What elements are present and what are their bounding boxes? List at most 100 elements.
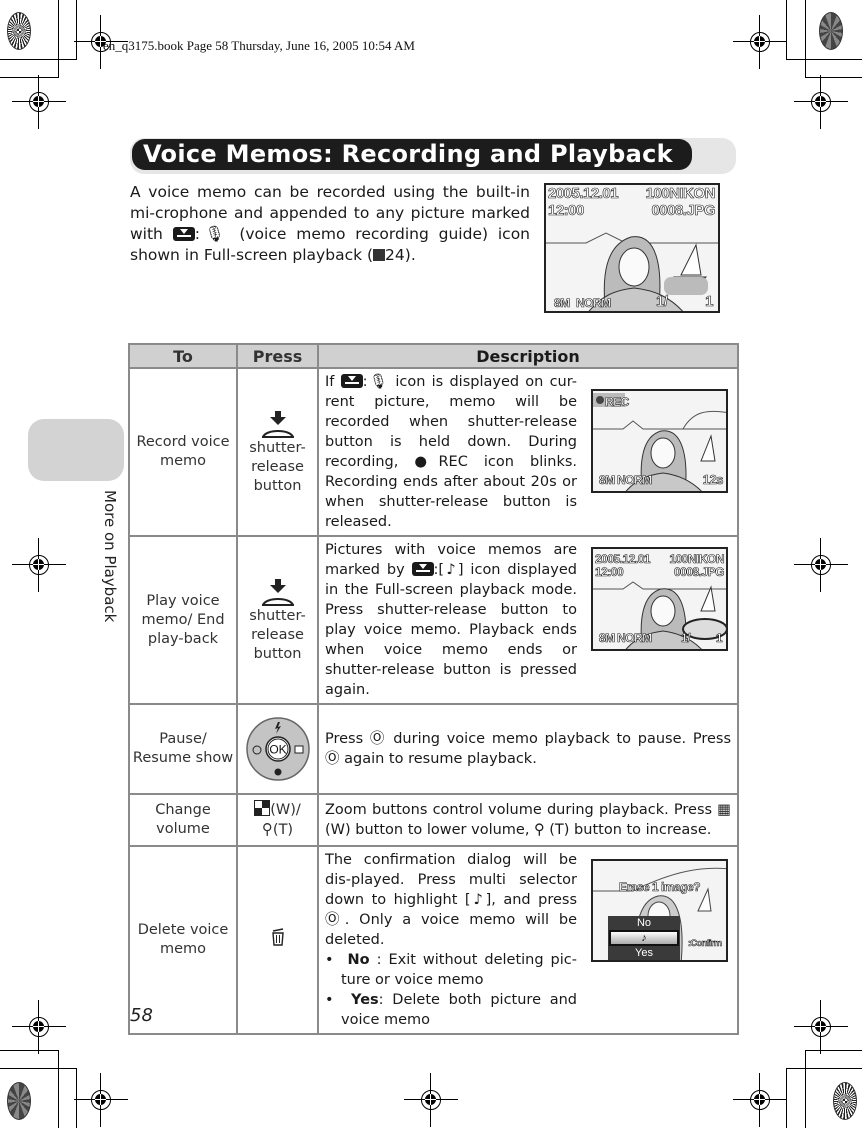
bullet-no: • No : Exit without deleting pic-ture or…	[325, 952, 577, 988]
press-t-label: (T)	[272, 822, 294, 838]
page-reference-icon	[373, 249, 386, 261]
header-press: Press	[236, 343, 319, 369]
screen-quality: NORM	[617, 631, 653, 646]
screen-count: 1	[715, 631, 723, 646]
press-label: shutter-release button	[249, 439, 306, 494]
multi-selector-icon: OK	[245, 717, 310, 781]
desc-text: :🎙 icon is displayed on cur-rent picture…	[325, 374, 578, 530]
camera-screen-delete: Erase 1 image? No ♪ Yes :Confirm	[591, 859, 728, 962]
row-description: Press Ⓞ during voice memo playback to pa…	[317, 703, 739, 795]
color-bar-icon	[7, 1082, 31, 1120]
desc-text: Press Ⓞ during voice memo playback to pa…	[325, 731, 731, 767]
shutter-release-icon	[261, 410, 294, 438]
table-row: Pause/ Resume show OK Press Ⓞ during voi…	[128, 703, 739, 795]
row-description: If :🎙 icon is displayed on cur-rent pict…	[317, 367, 739, 537]
page-number: 58	[130, 1005, 153, 1026]
table-header: To Press Description	[128, 343, 739, 369]
screen-time: 12:00	[595, 565, 624, 580]
desc-text: If	[325, 374, 335, 390]
table-row: Change volume (W)/ ⚲(T) Zoom buttons con…	[128, 793, 739, 847]
erase-prompt: Erase 1 image?	[619, 880, 701, 895]
bullet-label: Yes	[351, 992, 379, 1008]
bullet-yes: • Yes: Delete both picture and voice mem…	[325, 992, 577, 1028]
color-bar-icon	[833, 1082, 857, 1120]
row-action: Pause/ Resume show	[128, 703, 238, 795]
macro-icon	[274, 768, 281, 776]
press-label: shutter-release button	[249, 607, 306, 662]
print-slug: en_q3175.book Page 58 Thursday, June 16,…	[103, 38, 415, 53]
section-tab	[28, 419, 124, 481]
row-action: Change volume	[128, 793, 238, 847]
rec-indicator: REC	[605, 395, 630, 410]
erase-menu: No ♪ Yes	[608, 916, 680, 960]
registration-mark-icon	[794, 75, 848, 129]
screen-quality: NORM	[617, 473, 653, 488]
menu-option-voice-memo[interactable]: ♪	[609, 930, 679, 946]
table-row: Record voice memo shutter-release button…	[128, 367, 739, 537]
screen-size: 8M	[599, 631, 616, 646]
intro-paragraph: A voice memo can be recorded using the b…	[130, 182, 530, 266]
screen-file: 0008.JPG	[673, 565, 725, 580]
desc-text: The confirmation dialog will be dis-play…	[325, 852, 577, 948]
screen-file: 0008.JPG	[651, 202, 716, 220]
bullet-label: No	[347, 952, 370, 968]
bullet-text: : Exit without deleting pic-ture or voic…	[341, 952, 577, 988]
confirm-hint: :Confirm	[688, 938, 723, 949]
row-press: shutter-release button	[236, 367, 319, 537]
desc-text: :[♪] icon displayed in the Full-screen p…	[325, 562, 577, 698]
camera-screen-playback: 2005.12.01 12:00 100NIKON 0008.JPG 8M NO…	[591, 547, 728, 651]
color-bar-icon	[819, 12, 843, 50]
screen-frame: 1/	[656, 293, 669, 311]
screen-time: 12:00	[548, 202, 585, 220]
registration-mark-icon	[794, 1000, 848, 1054]
intro-ref[interactable]: 24	[385, 246, 405, 264]
play-button-icon	[172, 227, 195, 241]
play-button-icon	[411, 562, 434, 576]
table-row: Delete voice memo The confirmation dialo…	[128, 845, 739, 1035]
registration-mark-icon	[794, 538, 848, 592]
shutter-release-icon	[261, 578, 294, 606]
registration-mark-icon	[733, 1073, 787, 1127]
ok-label: OK	[269, 743, 286, 757]
registration-mark-icon	[12, 75, 66, 129]
tele-zoom-icon: ⚲	[261, 820, 273, 838]
screen-size: 8M	[554, 296, 571, 311]
row-action: Play voice memo/ End play-back	[128, 535, 238, 705]
row-description: Pictures with voice memos are marked by …	[317, 535, 739, 705]
trash-icon	[271, 928, 284, 946]
registration-mark-icon	[12, 1000, 66, 1054]
camera-screen-intro: 2005.12.01 12:00 100NIKON 0008.JPG 8M NO…	[544, 183, 720, 313]
press-w-label: (W)/	[270, 802, 301, 818]
recording-timer: 12s	[702, 472, 723, 488]
header-description: Description	[317, 343, 739, 369]
color-bar-icon	[7, 12, 31, 50]
exposure-icon	[294, 745, 303, 754]
screen-quality: NORM	[576, 296, 612, 311]
row-description: The confirmation dialog will be dis-play…	[317, 845, 739, 1035]
screen-size: 8M	[599, 473, 616, 488]
camera-screen-record: REC 8M NORM 12s	[591, 389, 728, 493]
table-row: Play voice memo/ End play-back shutter-r…	[128, 535, 739, 705]
screen-count: 1	[705, 293, 714, 311]
menu-option-no[interactable]: No	[608, 916, 680, 930]
section-label: More on Playback	[101, 490, 119, 623]
header-to: To	[128, 343, 238, 369]
registration-mark-icon	[74, 1073, 128, 1127]
screen-folder: 100NIKON	[645, 185, 715, 202]
registration-mark-icon	[733, 15, 787, 69]
screen-frame: 1/	[681, 631, 691, 646]
intro-text-3: ).	[404, 246, 416, 264]
desc-text: Zoom buttons control volume during playb…	[325, 802, 731, 838]
row-press: OK	[236, 703, 319, 795]
row-press: shutter-release button	[236, 535, 319, 705]
registration-mark-icon	[12, 538, 66, 592]
wide-zoom-icon	[254, 800, 271, 816]
registration-mark-icon	[404, 1073, 458, 1127]
page-title: Voice Memos: Recording and Playback	[132, 139, 692, 170]
play-button-icon	[340, 374, 363, 388]
screen-date: 2005.12.01	[548, 185, 619, 202]
row-press: (W)/ ⚲(T)	[236, 793, 319, 847]
menu-option-yes[interactable]: Yes	[608, 946, 680, 960]
row-press	[236, 845, 319, 1035]
row-action: Record voice memo	[128, 367, 238, 537]
